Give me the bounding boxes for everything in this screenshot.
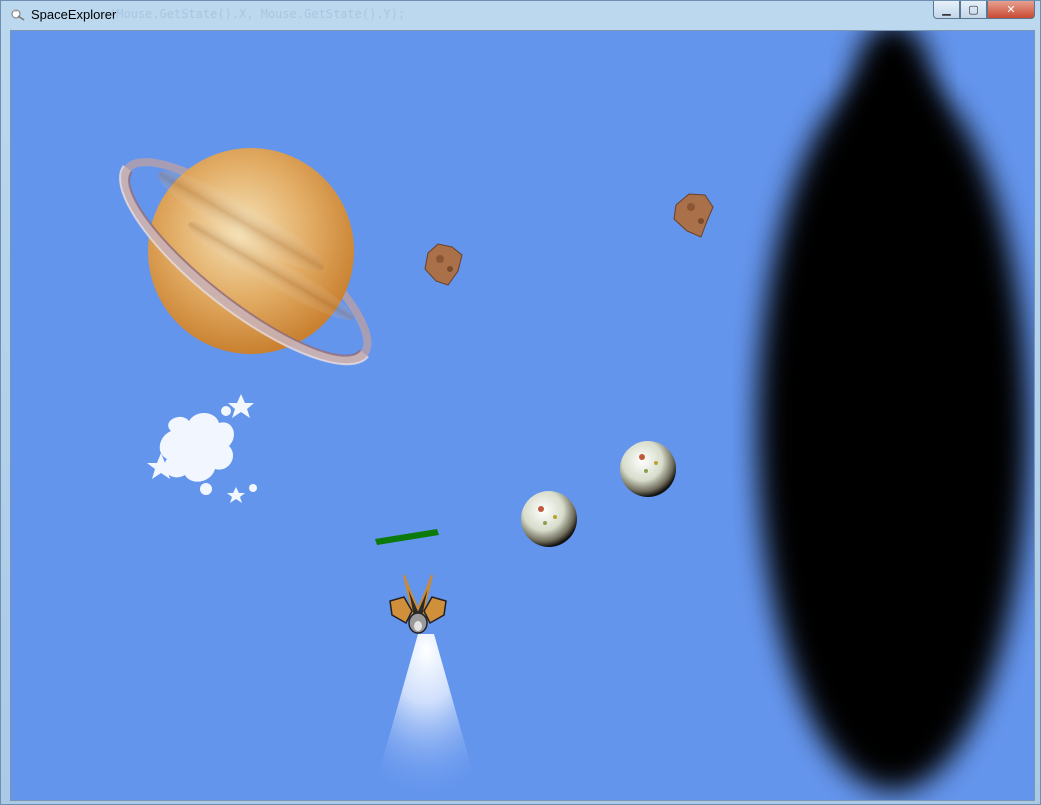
star-splash-sprite — [147, 394, 257, 503]
black-hole-sprite — [758, 31, 1028, 791]
asteroid-sprite — [673, 193, 714, 238]
window-title: SpaceExplorer — [31, 7, 117, 22]
close-button[interactable]: ✕ — [987, 1, 1035, 19]
close-icon: ✕ — [1006, 3, 1016, 16]
moon-orb-sprite — [620, 441, 676, 497]
background-code-text: (Mouse.GetState().X, Mouse.GetState().Y)… — [109, 7, 406, 21]
title-bar[interactable]: SpaceExplorer (Mouse.GetState().X, Mouse… — [1, 1, 1040, 29]
minimize-icon: ▁ — [942, 3, 951, 16]
window-controls: ▁ ▢ ✕ — [933, 1, 1035, 21]
game-viewport[interactable] — [10, 30, 1035, 801]
app-icon — [11, 9, 25, 21]
maximize-icon: ▢ — [968, 3, 979, 16]
moon-orb-sprite — [521, 491, 577, 547]
player-spaceship-sprite — [389, 574, 447, 634]
maximize-button[interactable]: ▢ — [960, 1, 987, 19]
engine-thrust-sprite — [371, 634, 481, 800]
asteroid-sprite — [424, 243, 463, 286]
game-window: SpaceExplorer (Mouse.GetState().X, Mouse… — [0, 0, 1041, 805]
minimize-button[interactable]: ▁ — [933, 1, 960, 19]
saturn-planet-sprite — [119, 148, 372, 366]
health-bar — [375, 529, 439, 545]
